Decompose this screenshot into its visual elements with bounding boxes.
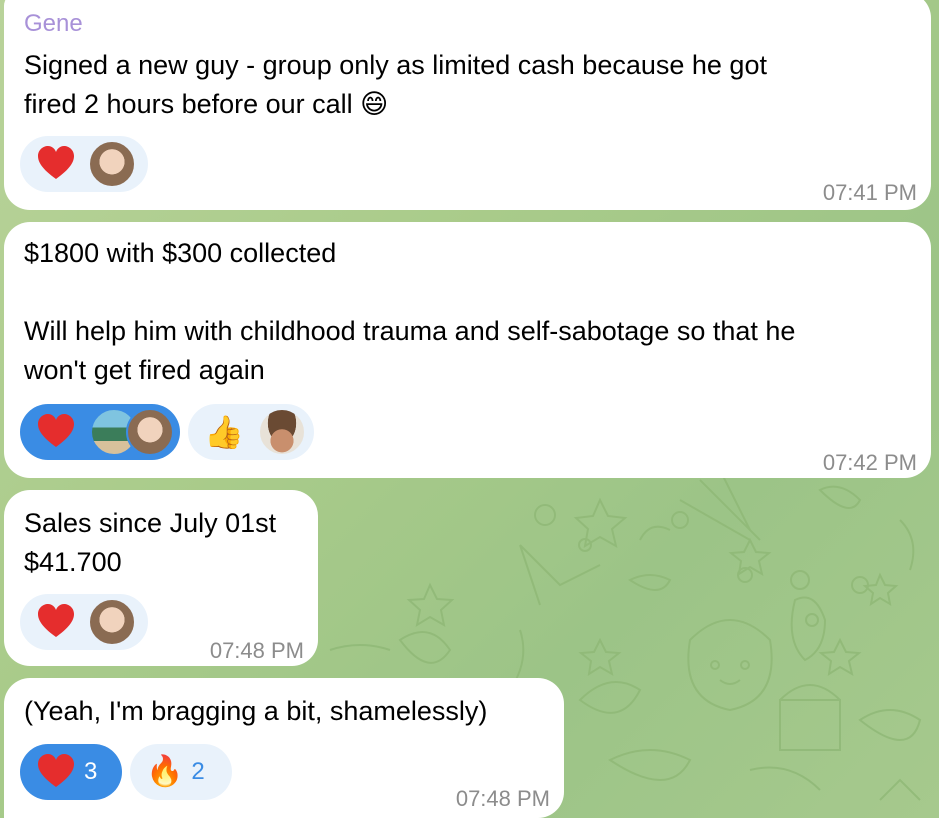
reaction-thumbs-up[interactable]: 👍 — [188, 404, 314, 460]
message-text: Signed a new guy - group only as limited… — [24, 50, 767, 119]
user-avatar-bald — [126, 408, 174, 456]
heart-icon — [38, 146, 74, 179]
message-bubble[interactable]: Sales since July 01st $41.700 07:48 PM — [4, 490, 318, 666]
user-avatar-bald — [88, 598, 136, 646]
message-timestamp: 07:48 PM — [209, 638, 304, 663]
message-text: Sales since July 01st $41.700 — [24, 508, 277, 577]
user-avatar-bald — [88, 140, 136, 188]
reaction-heart[interactable] — [20, 136, 148, 192]
sender-name[interactable]: Gene — [24, 10, 83, 38]
message-bubble[interactable]: $1800 with $300 collected Will help him … — [4, 222, 931, 478]
reaction-count: 2 — [191, 758, 205, 785]
reaction-heart[interactable] — [20, 594, 148, 650]
reaction-count: 3 — [84, 758, 98, 785]
heart-icon — [38, 754, 74, 787]
message-text: $1800 with $300 collected Will help him … — [24, 238, 796, 385]
message-text: (Yeah, I'm bragging a bit, shamelessly) — [24, 696, 488, 726]
thumbs-up-icon: 👍 — [204, 414, 244, 450]
reaction-fire[interactable]: 🔥 2 — [130, 744, 232, 800]
message-timestamp: 07:48 PM — [455, 786, 550, 811]
reaction-heart[interactable] — [20, 404, 180, 460]
message-timestamp: 07:42 PM — [822, 450, 917, 475]
message-bubble[interactable]: Gene Signed a new guy - group only as li… — [4, 0, 931, 210]
heart-icon — [38, 414, 74, 447]
reaction-heart[interactable]: 3 — [20, 744, 122, 800]
message-bubble[interactable]: (Yeah, I'm bragging a bit, shamelessly) … — [4, 678, 564, 818]
heart-icon — [38, 604, 74, 637]
fire-icon: 🔥 — [146, 755, 184, 788]
message-timestamp: 07:41 PM — [822, 180, 917, 205]
user-avatar-hat — [257, 408, 306, 456]
